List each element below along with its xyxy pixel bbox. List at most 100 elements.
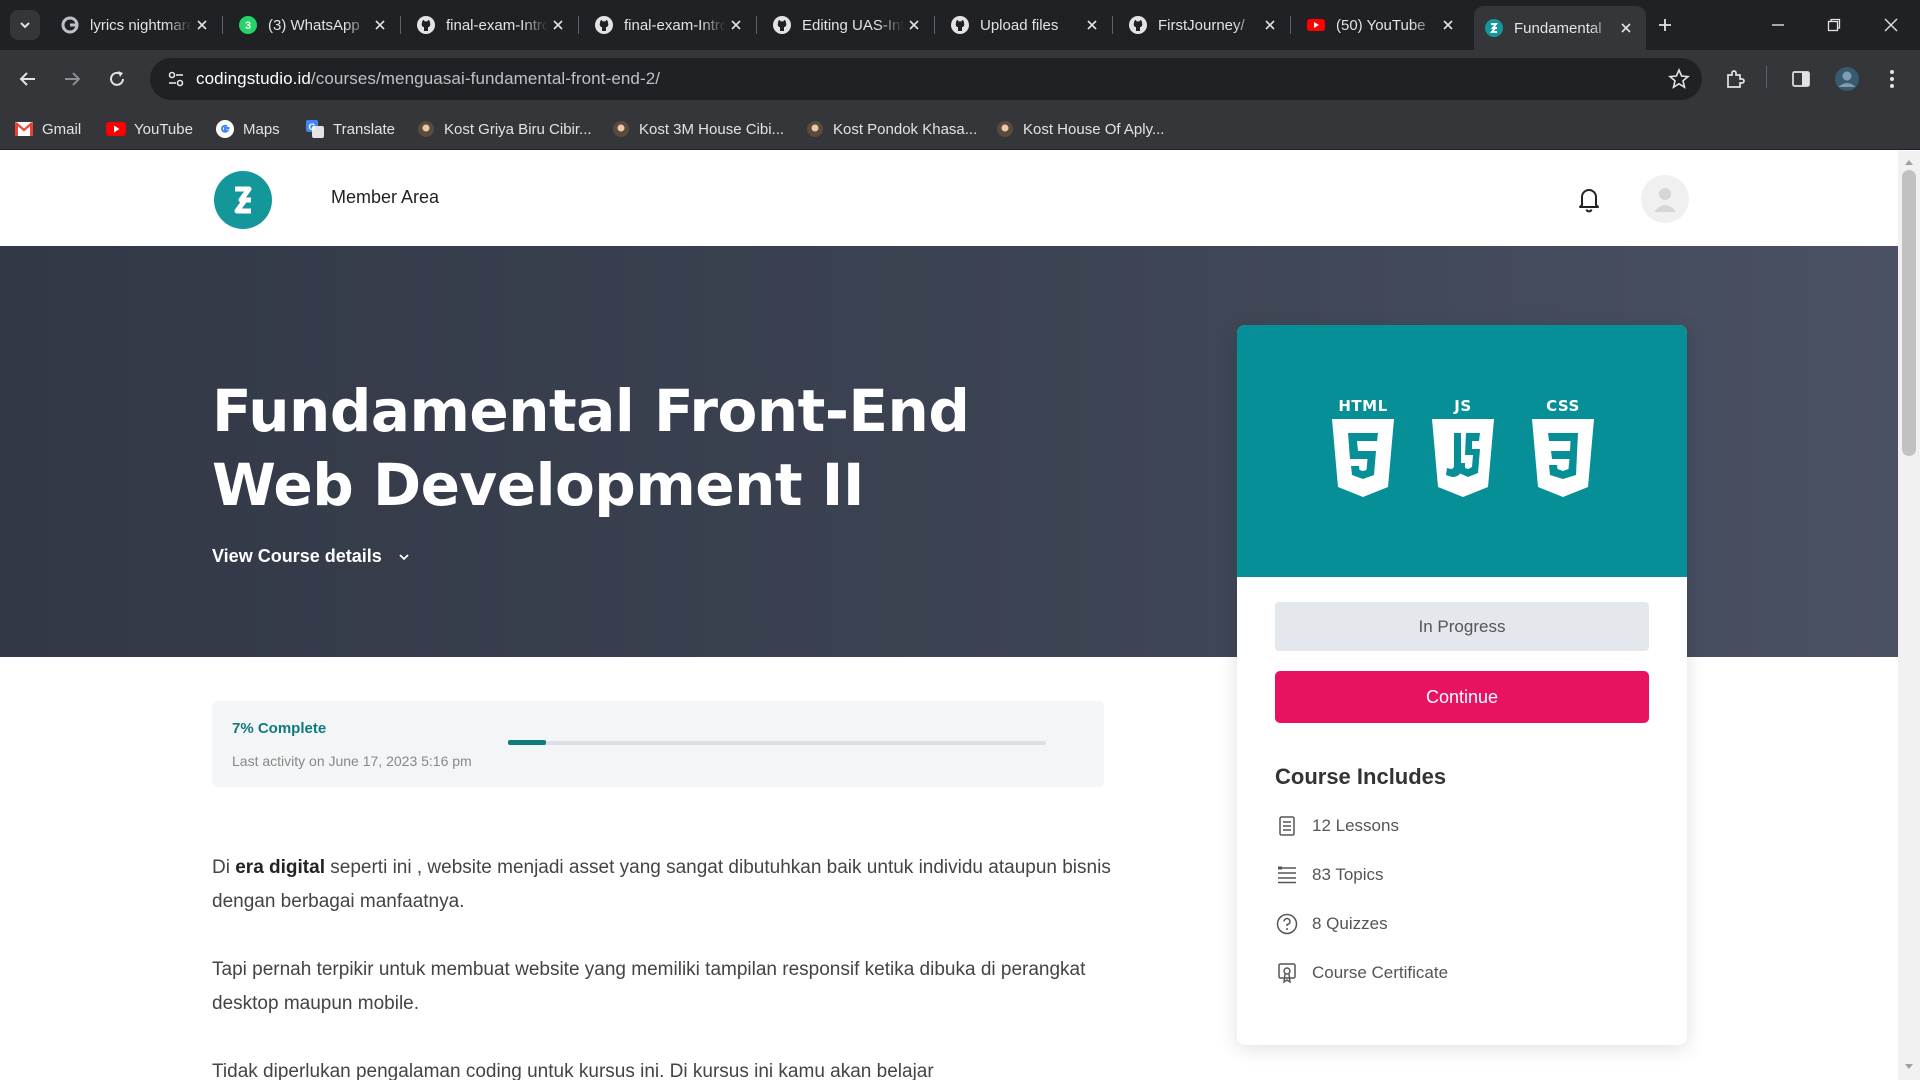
- new-tab-button[interactable]: [1652, 12, 1678, 38]
- bookmark-kost-griya[interactable]: Kost Griya Biru Cibir...: [416, 117, 592, 141]
- tab-separator: [756, 16, 757, 34]
- tab-title: Fundamental: [1514, 19, 1602, 37]
- tab-github-firstjourney[interactable]: FirstJourney/: [1118, 8, 1290, 42]
- tab-title: lyrics nightmare: [90, 16, 192, 34]
- user-avatar[interactable]: [1641, 175, 1689, 223]
- includes-quizzes: 8 Quizzes: [1275, 911, 1388, 937]
- reload-button[interactable]: [100, 62, 134, 96]
- tab-github-upload[interactable]: Upload files: [940, 8, 1112, 42]
- arrow-left-icon: [19, 72, 35, 86]
- html5-shield-icon: [1332, 419, 1394, 497]
- minimize-icon: [1772, 24, 1784, 26]
- profile-button[interactable]: [1830, 62, 1864, 96]
- youtube-icon: [1306, 15, 1326, 35]
- window-close-button[interactable]: [1871, 8, 1911, 42]
- bookmark-maps[interactable]: Maps: [215, 117, 280, 141]
- close-icon[interactable]: [370, 15, 390, 35]
- browser-toolbar: codingstudio.id/courses/menguasai-fundam…: [0, 50, 1920, 108]
- tab-separator: [578, 16, 579, 34]
- bookmark-label: Kost Pondok Khasa...: [833, 120, 978, 138]
- quiz-icon: [1275, 912, 1299, 936]
- tab-youtube[interactable]: (50) YouTube: [1296, 8, 1468, 42]
- scroll-down-arrow-icon[interactable]: [1903, 1062, 1915, 1072]
- tab-github-final-exam-1[interactable]: final-exam-Intro: [406, 8, 578, 42]
- view-course-details-toggle[interactable]: View Course details: [212, 546, 410, 567]
- bookmark-kost-pondok[interactable]: Kost Pondok Khasa...: [805, 117, 977, 141]
- tab-separator: [1290, 16, 1291, 34]
- whatsapp-icon: 3: [238, 15, 258, 35]
- notification-bell-icon[interactable]: [1574, 184, 1604, 214]
- close-icon[interactable]: [1616, 18, 1636, 38]
- nav-member-area[interactable]: Member Area: [331, 187, 439, 208]
- course-thumbnail: HTML JS CSS: [1237, 325, 1687, 577]
- extensions-button[interactable]: [1718, 62, 1752, 96]
- bookmark-kost-house[interactable]: Kost House Of Aply...: [995, 117, 1164, 141]
- site-header: Member Area: [0, 151, 1898, 246]
- continue-button[interactable]: Continue: [1275, 671, 1649, 723]
- tab-separator: [400, 16, 401, 34]
- description-paragraph: Di era digital seperti ini , website men…: [212, 851, 1112, 919]
- close-icon[interactable]: [192, 15, 212, 35]
- scroll-up-arrow-icon[interactable]: [1903, 157, 1915, 167]
- close-icon[interactable]: [726, 15, 746, 35]
- bookmark-gmail[interactable]: Gmail: [14, 117, 81, 141]
- course-progress-card: 7% Complete Last activity on June 17, 20…: [212, 701, 1104, 787]
- includes-topics: 83 Topics: [1275, 862, 1384, 888]
- description-paragraph: Tidak diperlukan pengalaman coding untuk…: [212, 1061, 934, 1080]
- chevron-down-icon: [399, 553, 409, 560]
- tab-github-final-exam-2[interactable]: final-exam-Intro: [584, 8, 756, 42]
- github-icon: [594, 15, 614, 35]
- bookmark-label: Maps: [243, 120, 280, 138]
- url-host: codingstudio.id: [196, 69, 311, 88]
- tab-search-button[interactable]: [10, 10, 40, 40]
- course-description: Di era digital seperti ini , website men…: [212, 851, 1112, 1080]
- site-logo[interactable]: [214, 171, 272, 229]
- tab-separator: [1112, 16, 1113, 34]
- bookmark-kost-3m[interactable]: Kost 3M House Cibi...: [611, 117, 784, 141]
- back-button[interactable]: [11, 62, 45, 96]
- bookmark-label: YouTube: [134, 120, 193, 138]
- course-status-badge: In Progress: [1275, 602, 1649, 651]
- course-title: Fundamental Front-End Web Development II: [212, 377, 970, 519]
- tab-title: (50) YouTube: [1336, 16, 1426, 34]
- description-paragraph: Tapi pernah terpikir untuk membuat websi…: [212, 959, 1086, 1014]
- close-icon[interactable]: [1438, 15, 1458, 35]
- restore-button[interactable]: [1814, 8, 1854, 42]
- description-text: Di: [212, 857, 236, 878]
- tech-label: CSS: [1546, 397, 1580, 415]
- css3-badge: CSS: [1527, 397, 1599, 502]
- lessons-icon: [1275, 814, 1299, 838]
- tab-separator: [222, 16, 223, 34]
- github-icon: [416, 15, 436, 35]
- web-page: Member Area Fundamental Front-End Web De…: [0, 151, 1898, 1080]
- bookmark-star-icon[interactable]: [1668, 67, 1690, 95]
- menu-button[interactable]: [1875, 62, 1909, 96]
- tab-github-editing[interactable]: Editing UAS-Intro: [762, 8, 934, 42]
- side-panel-button[interactable]: [1784, 62, 1818, 96]
- bookmark-translate[interactable]: G Translate: [305, 117, 395, 141]
- topics-icon: [1275, 863, 1299, 887]
- tab-lyrics[interactable]: lyrics nightmare: [50, 8, 222, 42]
- scrollbar-thumb[interactable]: [1902, 170, 1916, 456]
- close-icon[interactable]: [904, 15, 924, 35]
- github-icon: [772, 15, 792, 35]
- browser-tabstrip: lyrics nightmare 3 (3) WhatsApp final-ex…: [0, 0, 1920, 50]
- url-text[interactable]: codingstudio.id/courses/menguasai-fundam…: [196, 69, 660, 89]
- tab-whatsapp[interactable]: 3 (3) WhatsApp: [228, 8, 400, 42]
- course-sidebar-card: HTML JS CSS In Progress Continue Course …: [1237, 325, 1687, 1045]
- address-bar[interactable]: codingstudio.id/courses/menguasai-fundam…: [150, 58, 1702, 100]
- forward-button[interactable]: [55, 62, 89, 96]
- minimize-button[interactable]: [1758, 8, 1798, 42]
- includes-label: Course Certificate: [1312, 963, 1449, 982]
- css3-shield-icon: [1532, 419, 1594, 497]
- site-settings-icon[interactable]: [156, 69, 196, 89]
- gmail-icon: [14, 119, 34, 139]
- close-icon[interactable]: [1082, 15, 1102, 35]
- bookmarks-bar: Gmail YouTube Maps G Translate Kost Griy…: [0, 108, 1920, 150]
- kost-icon: [611, 119, 631, 139]
- bookmark-youtube[interactable]: YouTube: [106, 117, 193, 141]
- tab-fundamental-active[interactable]: Fundamental: [1474, 6, 1646, 50]
- close-icon[interactable]: [548, 15, 568, 35]
- plus-icon: [1659, 19, 1671, 31]
- close-icon[interactable]: [1260, 15, 1280, 35]
